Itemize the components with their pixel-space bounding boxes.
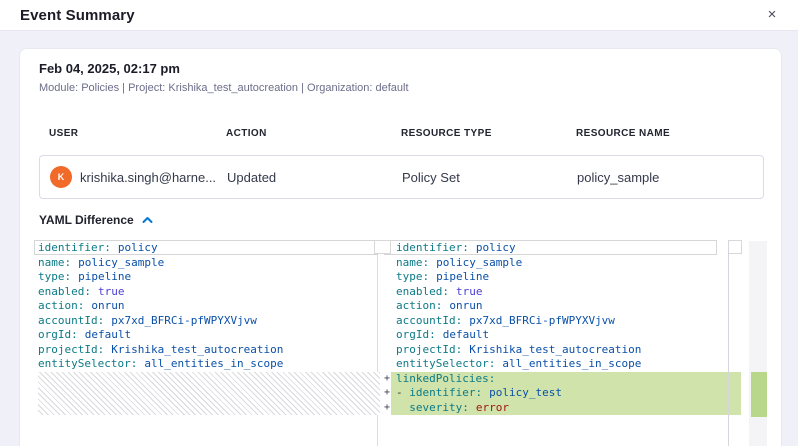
yaml-line: type:pipeline (38, 270, 377, 285)
yaml-line: type:pipeline (384, 270, 741, 285)
column-resource-type: RESOURCE TYPE (401, 128, 576, 139)
action-cell: Updated (227, 170, 402, 185)
left-scrollbar-handle[interactable] (374, 240, 391, 254)
event-timestamp: Feb 04, 2025, 02:17 pm (39, 61, 180, 76)
yaml-line: orgId:default (384, 328, 741, 343)
resource-type-cell: Policy Set (402, 170, 577, 185)
column-user: USER (49, 128, 226, 139)
yaml-line: name:policy_sample (38, 256, 377, 271)
yaml-line: projectId:Krishika_test_autocreation (384, 343, 741, 358)
yaml-line: enabled:true (384, 285, 741, 300)
user-cell: K krishika.singh@harne... (50, 166, 227, 188)
column-action: ACTION (226, 128, 401, 139)
yaml-diff-editor: identifier:policy name:policy_sample typ… (20, 241, 783, 446)
event-card: Feb 04, 2025, 02:17 pm Module: Policies … (19, 48, 782, 446)
yaml-line: accountId:px7xd_BFRCi-pfWPYXVjvw (38, 314, 377, 329)
yaml-line: enabled:true (38, 285, 377, 300)
diff-plus-marker: + (384, 386, 391, 401)
yaml-line: identifier:policy (38, 241, 377, 256)
yaml-difference-label: YAML Difference (39, 213, 134, 227)
yaml-difference-toggle[interactable]: YAML Difference (39, 213, 153, 227)
yaml-line: action:onrun (384, 299, 741, 314)
user-email: krishika.singh@harne... (80, 170, 216, 185)
table-header: USER ACTION RESOURCE TYPE RESOURCE NAME (49, 128, 762, 139)
resource-name-cell: policy_sample (577, 170, 763, 185)
yaml-diff-modified-pane[interactable]: identifier:policy name:policy_sample typ… (384, 241, 741, 446)
close-icon[interactable]: × (762, 5, 782, 25)
yaml-added-line: +- identifier:policy_test (384, 386, 741, 401)
yaml-added-line: +linkedPolicies: (384, 372, 741, 387)
yaml-line: name:policy_sample (384, 256, 741, 271)
diff-missing-lines-placeholder (38, 372, 380, 416)
column-resource-name: RESOURCE NAME (576, 128, 762, 139)
diff-plus-marker: + (384, 372, 391, 387)
avatar: K (50, 166, 72, 188)
yaml-diff-original-pane[interactable]: identifier:policy name:policy_sample typ… (34, 241, 378, 446)
table-row[interactable]: K krishika.singh@harne... Updated Policy… (39, 155, 764, 199)
yaml-line: projectId:Krishika_test_autocreation (38, 343, 377, 358)
yaml-line: entitySelector:all_entities_in_scope (384, 357, 741, 372)
yaml-added-line: + severity:error (384, 401, 741, 416)
overview-ruler[interactable] (749, 241, 767, 446)
event-meta: Module: Policies | Project: Krishika_tes… (39, 82, 409, 94)
yaml-line: identifier:policy (384, 241, 741, 256)
yaml-line: entitySelector:all_entities_in_scope (38, 357, 377, 372)
right-pane-scrollbar-track (728, 241, 729, 446)
added-lines-marker (751, 372, 767, 417)
yaml-line: action:onrun (38, 299, 377, 314)
diff-plus-marker: + (384, 401, 391, 416)
right-scrollbar-handle[interactable] (728, 240, 742, 254)
yaml-line: accountId:px7xd_BFRCi-pfWPYXVjvw (384, 314, 741, 329)
chevron-up-icon (142, 216, 153, 224)
modal-header: Event Summary × (0, 0, 798, 31)
yaml-line: orgId:default (38, 328, 377, 343)
page-title: Event Summary (20, 7, 135, 24)
